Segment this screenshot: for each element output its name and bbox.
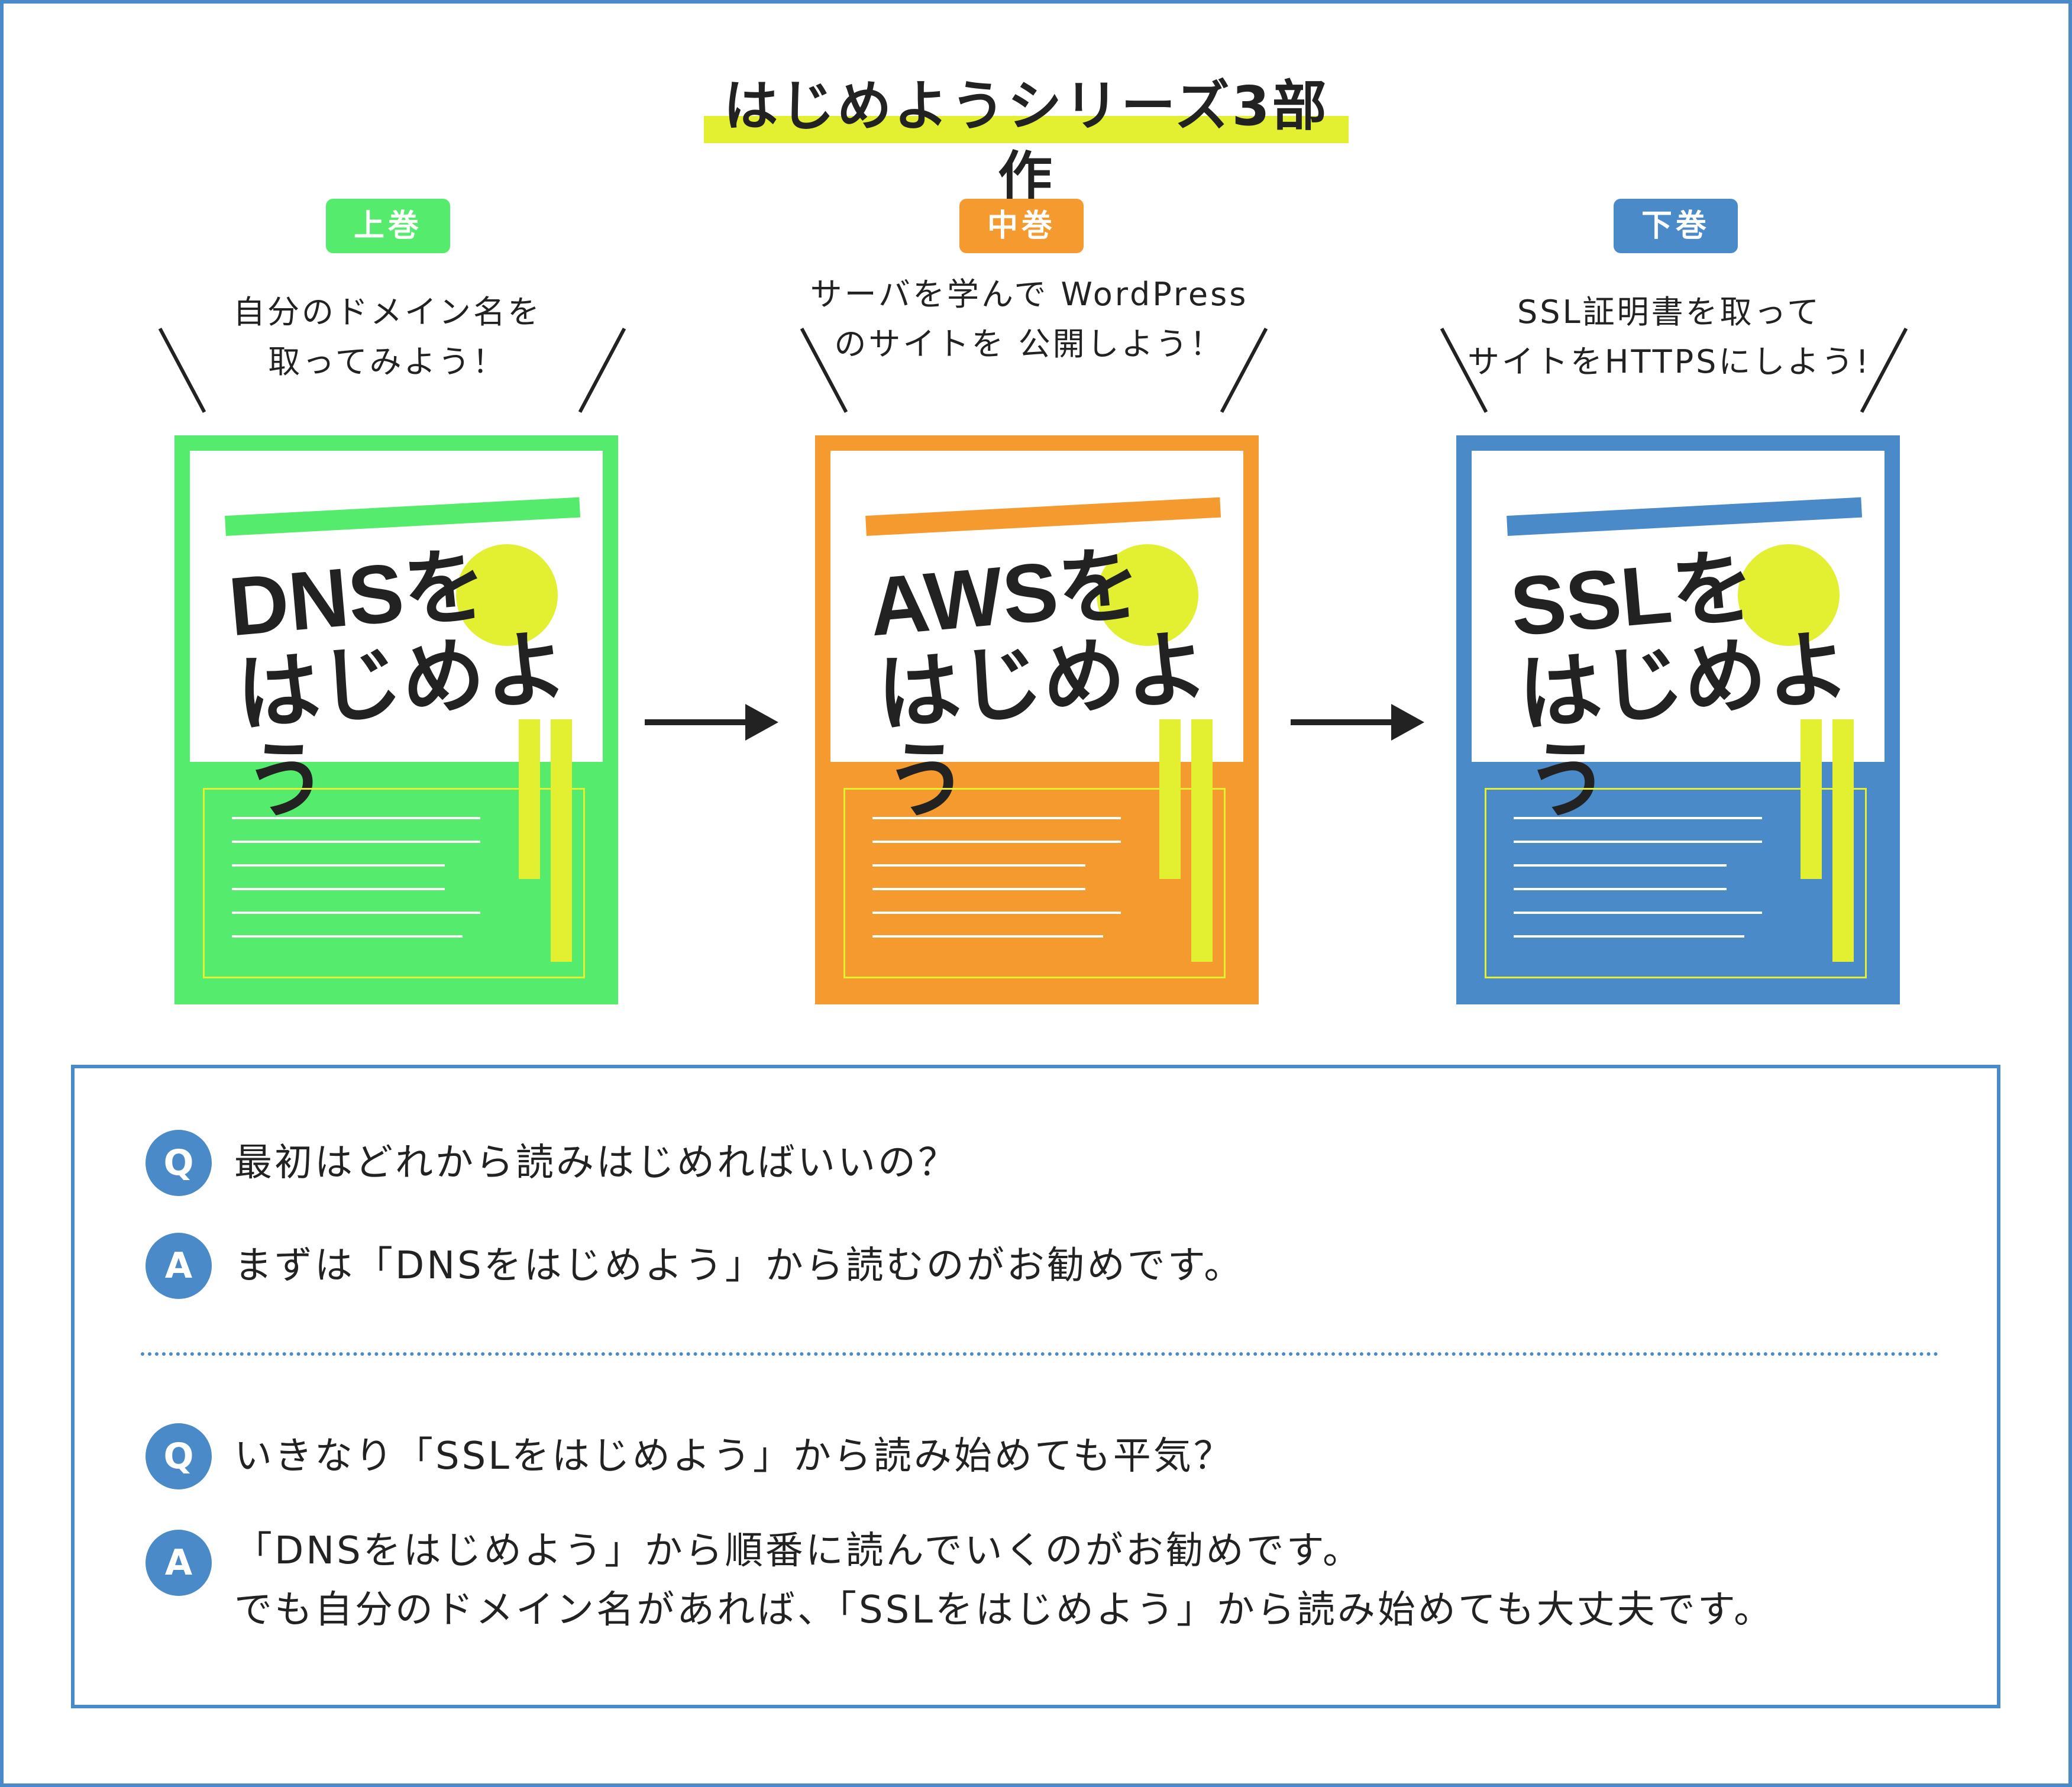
cover-line: [1514, 912, 1762, 914]
answer-icon: A: [146, 1233, 212, 1299]
cover-line: [232, 888, 445, 890]
cover-line: [232, 841, 480, 843]
cover-line: [232, 817, 480, 819]
cover-accent-bar: [1507, 497, 1863, 536]
book-cover-top: AWSを はじめよう: [830, 451, 1243, 830]
question-text: いきなり「SSLをはじめよう」から読み始めても平気？: [234, 1434, 1234, 1478]
cover-text-box: [843, 788, 1226, 978]
cover-line: [1514, 817, 1762, 819]
arrow-icon: [1291, 704, 1427, 741]
answer-text: まずは「DNSをはじめよう」から読むのがお勧めです。: [234, 1244, 1245, 1288]
cover-line: [1514, 864, 1727, 867]
question-icon: Q: [146, 1130, 212, 1196]
book-cover: DNSを はじめよう: [174, 435, 618, 1004]
cover-line: [872, 817, 1121, 819]
book-cover-top: SSLを はじめよう: [1472, 451, 1884, 830]
volume-description: 自分のドメイン名を 取ってみよう！: [233, 293, 542, 380]
arrow-icon: [645, 704, 781, 741]
cover-line: [872, 864, 1085, 867]
book-cover: SSLを はじめよう: [1456, 435, 1900, 1004]
cover-line: [232, 935, 463, 938]
book-cover: AWSを はじめよう: [815, 435, 1259, 1004]
answer-text: 「DNSをはじめよう」から順番に読んでいくのがお勧めです。 でも自分のドメイン名…: [234, 1529, 1774, 1632]
cover-text-box: [1485, 788, 1867, 978]
question-text: 最初はどれから読みはじめればいいの？: [234, 1141, 958, 1185]
cover-line: [232, 864, 445, 867]
volume-badge: 中巻: [959, 199, 1084, 253]
volume-badge: 下巻: [1614, 199, 1738, 253]
book-cover-top: DNSを はじめよう: [190, 451, 603, 830]
cover-line: [232, 912, 480, 914]
cover-accent-bar: [865, 497, 1221, 536]
cover-line: [1514, 935, 1744, 938]
cover-accent-bar: [225, 497, 581, 536]
cover-line: [872, 888, 1085, 890]
cover-line: [872, 912, 1121, 914]
cover-line: [872, 841, 1121, 843]
page-title-block: はじめようシリーズ3部作: [704, 71, 1349, 209]
cover-line: [872, 935, 1103, 938]
faq-divider: [141, 1352, 1939, 1356]
volume-description: サーバを学んで WordPressのサイトを 公開しよう！: [810, 276, 1249, 363]
cover-line: [1514, 841, 1762, 843]
answer-icon: A: [146, 1530, 212, 1596]
volume-description: SSL証明書を取って サイトをHTTPSにしよう!: [1467, 293, 1871, 380]
cover-text-box: [203, 788, 585, 978]
volume-badge: 上巻: [326, 199, 450, 253]
cover-line: [1514, 888, 1727, 890]
faq-box: Q 最初はどれから読みはじめればいいの？ A まずは「DNSをはじめよう」から読…: [71, 1065, 2000, 1708]
question-icon: Q: [146, 1423, 212, 1489]
page-title: はじめようシリーズ3部作: [723, 75, 1329, 209]
